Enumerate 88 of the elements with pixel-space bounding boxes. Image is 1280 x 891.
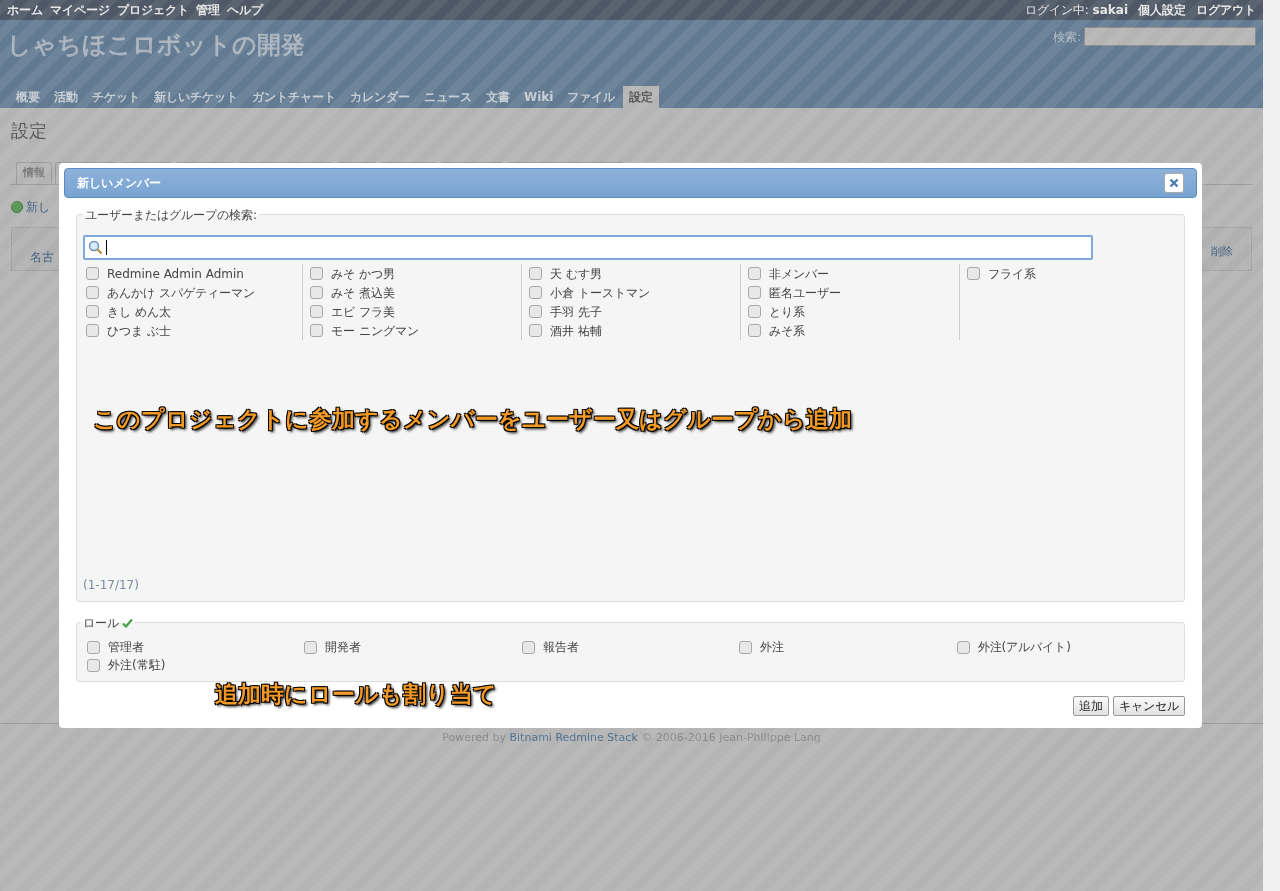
principal-label: みそ系 — [769, 322, 805, 340]
checkbox[interactable] — [748, 286, 761, 299]
login-status: ログイン中: sakai — [1024, 2, 1128, 19]
close-icon — [1169, 178, 1179, 188]
main-tab[interactable]: カレンダー — [344, 86, 416, 108]
principal-label: きし めん太 — [107, 303, 171, 321]
role-label: 外注(アルバイト) — [977, 639, 1071, 656]
principal-label: 非メンバー — [769, 265, 829, 283]
search-label: 検索: — [1052, 28, 1081, 46]
main-tab[interactable]: 設定 — [623, 86, 660, 108]
checkbox[interactable] — [86, 286, 99, 299]
principal-label: みそ かつ男 — [330, 265, 395, 283]
checkbox[interactable] — [748, 305, 761, 318]
checkbox[interactable] — [748, 267, 761, 280]
table-cell-text: 名古 — [30, 249, 54, 266]
close-button[interactable] — [1164, 173, 1184, 193]
role-label: 管理者 — [108, 639, 144, 656]
principal-label: Redmine Admin Admin — [107, 265, 244, 283]
roles-legend: ロール — [83, 614, 119, 632]
checkbox[interactable] — [304, 640, 318, 654]
project-title: しゃちほこロボットの開発 — [7, 30, 305, 61]
search-legend: ユーザーまたはグループの検索: — [83, 206, 260, 224]
checkbox[interactable] — [86, 305, 99, 318]
settings-tab[interactable]: 情報 — [16, 162, 52, 184]
delete-link[interactable]: 削除 — [1211, 243, 1233, 266]
main-tab[interactable]: 活動 — [48, 86, 84, 108]
main-tab[interactable]: ニュース — [418, 86, 478, 108]
page-title: 設定 — [11, 119, 48, 143]
main-tab[interactable]: 概要 — [10, 86, 46, 108]
principal-label: あんかけ スパゲティーマン — [107, 284, 255, 302]
main-tab[interactable]: ファイル — [561, 86, 622, 108]
principal-label: モー ニングマン — [330, 322, 419, 340]
main-tab[interactable]: 文書 — [480, 86, 516, 108]
principal-search-field[interactable] — [83, 235, 1093, 260]
dialog-button[interactable]: キャンセル — [1113, 696, 1185, 716]
new-member-link[interactable]: 新し — [26, 198, 50, 216]
checkbox[interactable] — [529, 305, 542, 318]
checkbox[interactable] — [739, 640, 753, 654]
checkbox[interactable] — [309, 305, 323, 318]
role-label: 報告者 — [542, 639, 579, 656]
principal-label: みそ 煮込美 — [330, 284, 395, 302]
principal-label: 天 むす男 — [550, 265, 602, 283]
top-menu-link[interactable]: マイページ — [50, 1, 110, 19]
role-label: 外注(常駐) — [108, 657, 166, 674]
main-tab[interactable]: Wiki — [518, 86, 560, 108]
principal-label: エビ フラ美 — [330, 303, 395, 321]
role-label: 開発者 — [325, 639, 362, 656]
principal-label: とり系 — [769, 303, 805, 321]
checkbox[interactable] — [87, 658, 100, 672]
annotation-text: 追加時にロールも割り当て — [215, 680, 497, 709]
checkbox[interactable] — [86, 267, 99, 280]
search-field[interactable] — [1084, 27, 1256, 46]
principal-label: 匿名ユーザー — [769, 284, 841, 302]
result-count: (1-17/17) — [83, 577, 140, 594]
principal-label: 手羽 先子 — [550, 303, 602, 321]
main-tab[interactable]: ガントチャート — [246, 86, 342, 108]
top-menu-link[interactable]: 管理 — [196, 1, 220, 19]
role-label: 外注 — [760, 639, 785, 656]
checkmark-icon — [122, 618, 133, 628]
checkbox[interactable] — [309, 267, 323, 280]
add-icon — [11, 201, 23, 213]
principal-label: ひつま ぶ士 — [107, 322, 171, 340]
annotation-text: このプロジェクトに参加するメンバーをユーザー又はグループから追加 — [93, 405, 852, 434]
checkbox[interactable] — [521, 640, 535, 654]
checkbox[interactable] — [967, 267, 980, 280]
checkbox[interactable] — [86, 324, 99, 337]
top-menu-link[interactable]: ホーム — [7, 1, 43, 19]
top-menu-link[interactable]: プロジェクト — [117, 1, 189, 19]
account-link[interactable]: 個人設定 — [1138, 1, 1186, 19]
checkbox[interactable] — [748, 324, 761, 337]
checkbox[interactable] — [529, 286, 542, 299]
checkbox[interactable] — [529, 267, 542, 280]
dialog-title: 新しいメンバー — [77, 175, 161, 192]
principal-label: 酒井 祐輔 — [550, 322, 602, 340]
account-link[interactable]: ログアウト — [1196, 1, 1256, 19]
checkbox[interactable] — [309, 324, 323, 337]
checkbox[interactable] — [956, 640, 970, 654]
footer-link[interactable]: Bitnami Redmine Stack — [509, 731, 638, 744]
main-tab[interactable]: 新しいチケット — [148, 86, 244, 108]
principal-label: フライ系 — [988, 265, 1036, 283]
main-tab[interactable]: チケット — [86, 86, 146, 108]
checkbox[interactable] — [87, 640, 100, 654]
checkbox[interactable] — [309, 286, 323, 299]
search-icon — [88, 240, 103, 255]
principal-label: 小倉 トーストマン — [550, 284, 650, 302]
checkbox[interactable] — [529, 324, 542, 337]
top-menu-link[interactable]: ヘルプ — [227, 1, 263, 19]
dialog-button[interactable]: 追加 — [1073, 696, 1109, 716]
